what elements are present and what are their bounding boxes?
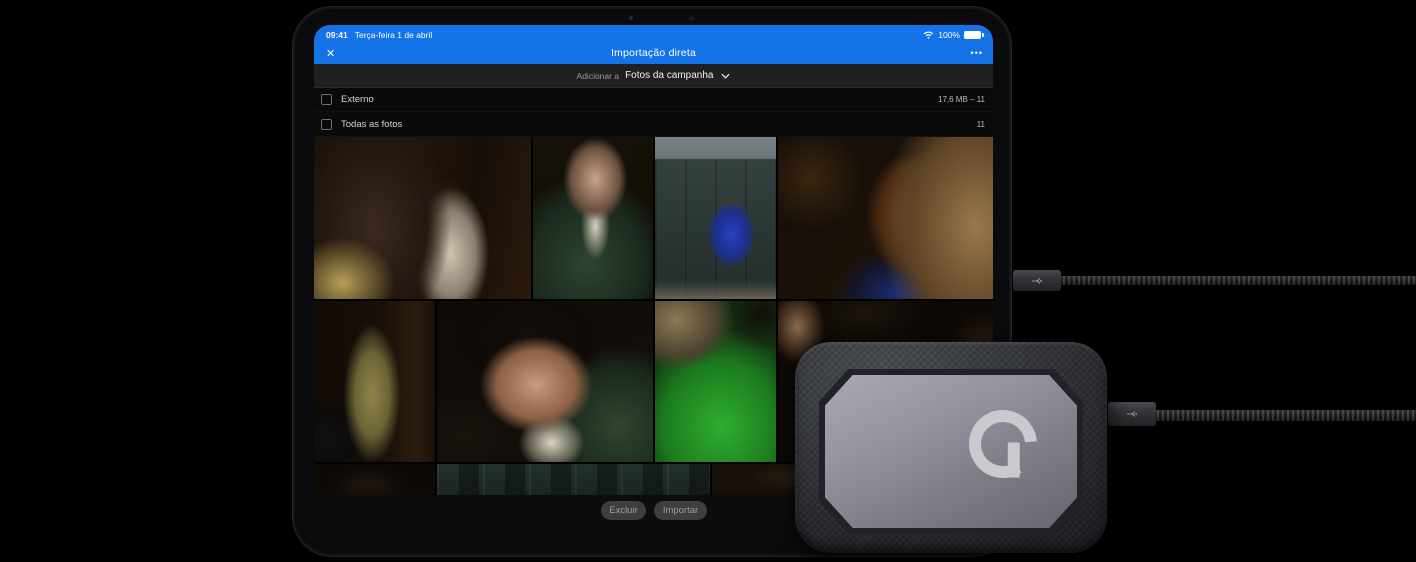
page-title: Importação direta — [314, 47, 993, 59]
source-row-externo[interactable]: Externo 17,6 MB – 11 — [314, 88, 993, 112]
usb-c-plug — [1108, 402, 1156, 426]
battery-percent: 100% — [938, 30, 960, 40]
photo-thumbnail[interactable] — [314, 137, 531, 299]
source-label: Todas as fotos — [341, 119, 977, 130]
source-detail: 11 — [977, 120, 985, 129]
source-label: Externo — [341, 94, 938, 105]
photo-thumbnail[interactable] — [533, 137, 653, 299]
ambient-sensor-icon — [689, 16, 694, 21]
usb-c-plug — [1013, 270, 1061, 291]
close-icon[interactable]: ✕ — [326, 47, 335, 60]
delete-button[interactable]: Excluir — [601, 501, 646, 520]
cable — [1152, 410, 1416, 421]
g-drive-logo-icon — [963, 404, 1043, 496]
usb-icon — [1031, 277, 1043, 285]
externo-checkbox[interactable] — [321, 94, 332, 105]
usb-icon — [1126, 410, 1138, 418]
photo-thumbnail[interactable] — [314, 301, 435, 462]
app-header: ✕ Importação direta ••• — [314, 42, 993, 64]
photo-thumbnail[interactable] — [655, 301, 776, 462]
source-detail: 17,6 MB – 11 — [938, 95, 985, 104]
add-to-bar[interactable]: Adicionar a Fotos da campanha — [314, 64, 993, 88]
front-camera-icon — [629, 16, 633, 20]
album-selector[interactable]: Fotos da campanha — [625, 70, 713, 81]
scene: 09:41 Terça-feira 1 de abril 100% — [0, 0, 1416, 562]
status-right: 100% — [923, 30, 981, 40]
photo-thumbnail[interactable] — [437, 464, 710, 495]
todas-as-fotos-checkbox[interactable] — [321, 119, 332, 130]
source-row-todas-as-fotos[interactable]: Todas as fotos 11 — [314, 112, 993, 137]
wifi-icon — [923, 31, 934, 39]
battery-icon — [964, 31, 981, 39]
photo-thumbnail[interactable] — [655, 137, 776, 299]
add-to-label: Adicionar a — [577, 71, 620, 81]
status-left: 09:41 Terça-feira 1 de abril — [326, 30, 432, 40]
import-button[interactable]: Importar — [654, 501, 707, 520]
photo-thumbnail[interactable] — [314, 464, 435, 495]
status-bar: 09:41 Terça-feira 1 de abril 100% — [314, 25, 993, 42]
chevron-down-icon[interactable] — [721, 73, 730, 79]
more-options-icon[interactable]: ••• — [971, 48, 983, 58]
cable — [1058, 276, 1416, 285]
photo-thumbnail[interactable] — [778, 137, 993, 299]
photo-thumbnail[interactable] — [437, 301, 653, 462]
status-date: Terça-feira 1 de abril — [355, 30, 432, 40]
status-time: 09:41 — [326, 30, 348, 40]
external-drive — [795, 342, 1107, 553]
top-blue-block: 09:41 Terça-feira 1 de abril 100% — [314, 25, 993, 64]
